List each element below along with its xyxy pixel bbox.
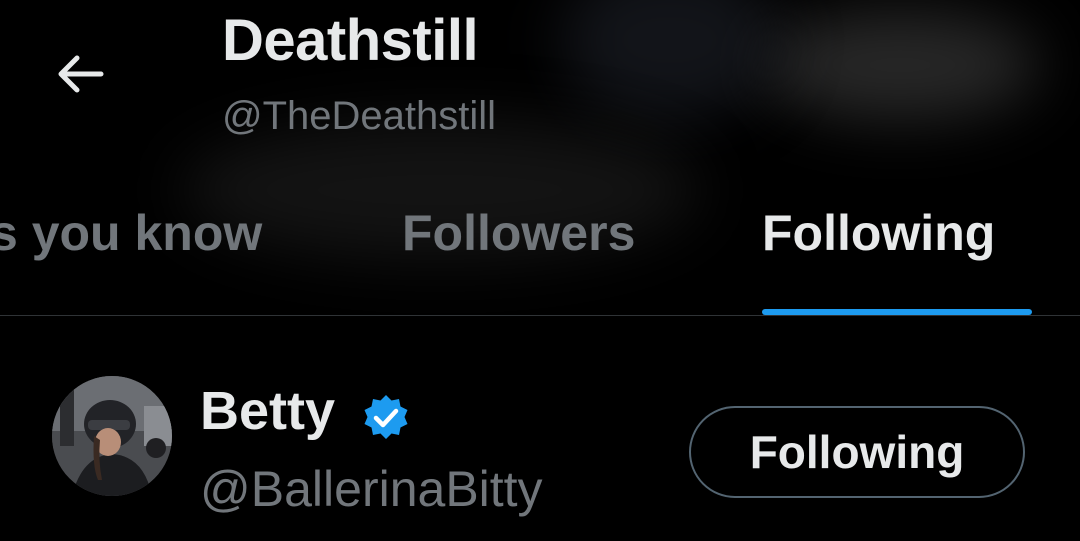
- user-list-item[interactable]: Betty @BallerinaBitty Following: [0, 316, 1080, 541]
- header-background-blur: [560, 0, 780, 120]
- tab-followers[interactable]: Followers: [392, 190, 682, 316]
- tab-label: s you know: [0, 205, 263, 261]
- user-display-name: Betty: [200, 381, 336, 441]
- user-handle: @BallerinaBitty: [200, 461, 543, 517]
- tab-label: Following: [762, 205, 996, 261]
- following-button[interactable]: Following: [689, 406, 1025, 498]
- following-page: Deathstill @TheDeathstill s you know Fol…: [0, 0, 1080, 541]
- tab-bar: s you know Followers Following: [0, 190, 1080, 316]
- tab-following[interactable]: Following: [752, 190, 1042, 316]
- avatar-image: [52, 376, 172, 496]
- avatar[interactable]: [52, 376, 172, 496]
- arrow-left-icon: [58, 55, 104, 93]
- tab-followers-you-know[interactable]: s you know: [0, 190, 330, 316]
- profile-name: Deathstill: [222, 8, 479, 73]
- verified-badge-icon: [364, 395, 408, 439]
- back-button[interactable]: [50, 46, 110, 102]
- profile-handle: @TheDeathstill: [222, 94, 497, 138]
- header-background-blur: [760, 10, 1040, 120]
- tab-label: Followers: [402, 205, 636, 261]
